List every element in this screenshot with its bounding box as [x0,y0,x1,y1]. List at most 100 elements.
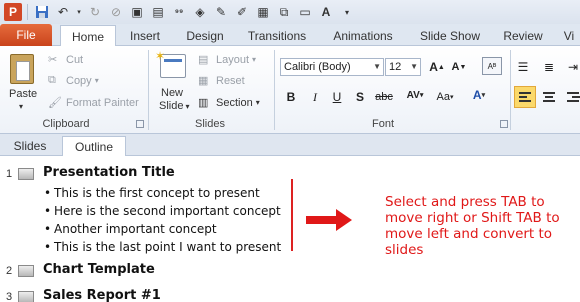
slide-title[interactable]: Presentation Title [43,165,175,180]
section-icon: ▥ [198,97,209,109]
section-button[interactable]: ▥ Section ▾ [198,96,260,110]
tab-view[interactable]: Vi [558,25,580,46]
undo-icon[interactable]: ↶ [54,3,72,21]
cut-button[interactable]: ✂ Cut [48,53,83,67]
reset-label: Reset [216,74,245,87]
bold-icon[interactable]: B [282,88,300,106]
chevron-down-icon: ▼ [410,62,418,71]
redo-icon[interactable]: ↻ [86,3,104,21]
presentation-icon[interactable]: ▣ [128,3,146,21]
text-highlight-icon[interactable]: ✎ [212,3,230,21]
text-box-icon[interactable]: ▭ [296,3,314,21]
shadow-icon[interactable]: S [351,88,369,106]
change-case-icon[interactable]: Aa ▾ [432,88,458,106]
layout-label: Layout [216,53,250,66]
align-right-icon[interactable] [562,86,580,108]
picture-icon[interactable]: ▦ [254,3,272,21]
tab-animations[interactable]: Animations [322,25,404,46]
tab-outline[interactable]: Outline [62,136,126,156]
undo-dropdown-icon[interactable]: ▾ [75,3,83,21]
align-left-icon[interactable] [514,86,536,108]
shrink-font-icon[interactable]: A ▼ [450,58,468,76]
group-divider [148,50,149,130]
list-item[interactable]: • Here is the second important concept [44,204,281,218]
font-size-select[interactable]: 12 ▼ [385,58,421,76]
ribbon-tab-bar: File Home Insert Design Transitions Anim… [0,24,580,47]
save-icon[interactable] [33,3,51,21]
copy-button[interactable]: ⧉ Copy ▾ [48,74,99,87]
list-item[interactable]: • This is the last point I want to presen… [44,240,281,254]
group-icon[interactable]: ⧉ [275,3,293,21]
copy-label: Copy [66,74,92,87]
font-family-select[interactable]: Calibri (Body) ▼ [280,58,384,76]
align-center-icon[interactable] [538,86,560,108]
list-item[interactable]: • This is the first concept to present [44,186,260,200]
tab-transitions[interactable]: Transitions [240,25,314,46]
tab-file[interactable]: File [0,24,52,46]
grow-font-icon[interactable]: A ▲ [428,58,446,76]
bullet-text: Here is the second important concept [54,204,281,218]
slide-number: 2 [6,265,13,277]
clear-formatting-icon[interactable]: Aᴮ [482,57,502,75]
shapes-icon[interactable]: ◈ [191,3,209,21]
new-slide-button[interactable]: Slide ▾ [159,100,189,112]
tab-review[interactable]: Review [496,25,550,46]
bullet-text: This is the last point I want to present [54,240,282,254]
tab-insert[interactable]: Insert [120,25,170,46]
tab-design[interactable]: Design [178,25,232,46]
paste-button[interactable]: Paste [9,88,37,100]
annotation-text: Select and press TAB to move right or Sh… [385,194,560,258]
slide-thumbnail-icon[interactable] [18,168,34,180]
new-slide-icon[interactable]: ✶ [155,49,186,78]
slide-thumbnail-icon[interactable] [18,291,34,302]
chevron-down-icon: ▼ [373,62,381,71]
arrow-right-icon [306,209,352,231]
new-slide-label-1[interactable]: New [161,87,183,99]
paste-icon[interactable] [10,54,34,84]
tab-slides[interactable]: Slides [4,136,56,156]
paste-dropdown-icon[interactable]: ▾ [19,102,23,111]
clipboard-group-label: Clipboard [42,118,90,130]
numbering-icon[interactable]: ≣ [540,58,558,76]
font-size-value: 12 [389,61,402,73]
clipboard-launcher-icon[interactable] [136,120,144,128]
format-painter-button[interactable]: 🖌 Format Painter [48,96,139,110]
repeat-icon[interactable]: ⊘ [107,3,125,21]
new-slide-label-2: Slide [159,100,184,112]
bullets-icon[interactable]: ☰ [514,58,532,76]
italic-icon[interactable]: I [306,88,324,106]
customize-toolbar-icon[interactable]: ▾ [338,3,356,21]
group-divider [274,50,275,130]
list-item[interactable]: • Another important concept [44,222,217,236]
scissors-icon: ✂ [48,54,58,66]
slides-icon[interactable]: ▤ [149,3,167,21]
slide-title[interactable]: Chart Template [43,262,155,277]
powerpoint-icon[interactable]: P [4,3,22,21]
slide-thumbnail-icon[interactable] [18,265,34,277]
underline-icon[interactable]: U [328,88,346,106]
character-spacing-icon[interactable]: AV ▾ [402,86,428,104]
bullet-text: Another important concept [54,222,217,236]
strikethrough-icon[interactable]: abc [372,88,396,106]
tab-home[interactable]: Home [60,25,116,47]
slides-group-label: Slides [195,118,225,130]
indent-icon[interactable]: ⇥ [564,58,580,76]
reset-button[interactable]: ▦ Reset [198,74,245,88]
slide-number: 1 [6,168,13,180]
tab-slide-show[interactable]: Slide Show [412,25,488,46]
outline-pane[interactable]: 1 Presentation Title • This is the first … [0,156,580,302]
slide-title[interactable]: Sales Report #1 [43,288,161,302]
font-family-value: Calibri (Body) [284,61,351,73]
font-color-icon[interactable]: A ▾ [470,86,488,104]
quick-access-toolbar: P ↶ ▾ ↻ ⊘ ▣ ▤ ⁹⁹ ◈ ✎ ✐ ▦ ⧉ ▭ A ▾ [0,0,580,24]
layout-button[interactable]: ▤ Layout ▾ [198,53,256,67]
section-label: Section [216,96,253,109]
eyedropper-icon[interactable]: ✐ [233,3,251,21]
font-color-icon[interactable]: A [317,3,335,21]
bullet-text: This is the first concept to present [54,186,260,200]
toolbar-divider [27,4,28,20]
group-divider [510,50,511,130]
layout-icon: ▤ [198,54,209,66]
font-launcher-icon[interactable] [500,120,508,128]
spelling-icon[interactable]: ⁹⁹ [170,3,188,21]
